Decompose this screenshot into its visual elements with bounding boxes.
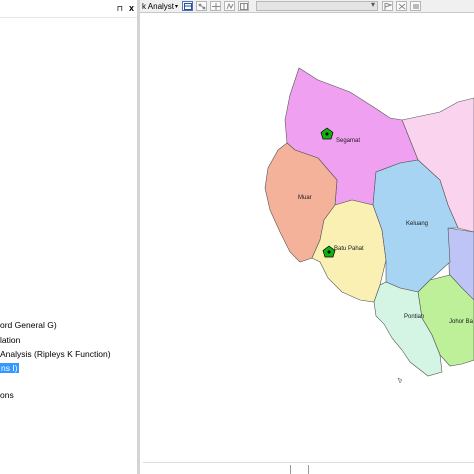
close-icon[interactable]: x [129, 3, 134, 13]
tool-item-label: ns I) [0, 363, 19, 373]
solve-icon [412, 3, 419, 9]
tool-item-tools[interactable]: ons [0, 390, 14, 400]
tool-item-multi-distance-analysis[interactable]: Analysis (Ripleys K Function) [0, 349, 111, 359]
status-divider [290, 465, 291, 474]
label-segamat: Segamat [336, 138, 360, 144]
top-toolbar: k Analyst ▾ [140, 0, 474, 13]
flag-icon [384, 2, 392, 10]
status-divider [308, 465, 309, 474]
move-arrows-icon [211, 2, 220, 10]
label-muar: Muar [298, 195, 312, 201]
label-keluang: Keluang [406, 221, 428, 227]
johor-district-map[interactable]: Segamat Muar Batu Pahat Keluang Pontian … [143, 14, 474, 474]
network-tool-button-4[interactable] [238, 1, 250, 11]
map-status-strip [143, 462, 474, 474]
gis-application-window: k Analyst ▾ ⊓ x [0, 0, 474, 474]
marker-center-icon [325, 132, 329, 136]
marker-center-icon [327, 250, 331, 254]
label-pontian: Pontian [404, 314, 424, 320]
network-analyst-dropdown-icon[interactable]: ▾ [175, 3, 178, 10]
network-dataset-select[interactable] [256, 0, 379, 11]
network-tool-button-5[interactable] [382, 1, 394, 11]
network-analyst-menu[interactable]: k Analyst [140, 2, 174, 11]
tool-item-morans-i[interactable]: ns I) [0, 363, 19, 373]
network-tool-button-7[interactable] [410, 1, 422, 11]
network-tool-button-3[interactable] [224, 1, 236, 11]
network-node-icon [198, 3, 205, 9]
route-icon [226, 2, 233, 9]
tool-item-label: Analysis (Ripleys K Function) [0, 349, 111, 359]
grid-window-icon [183, 2, 192, 10]
island-shape [397, 377, 403, 384]
network-tool-button-2[interactable] [210, 1, 222, 11]
network-tool-button-6[interactable] [396, 1, 408, 11]
barrier-icon [398, 3, 405, 9]
label-batu-pahat: Batu Pahat [334, 246, 364, 252]
toolbox-panel: ⊓ x ord General G) lation Analysis (Ripl… [0, 0, 140, 474]
network-tool-button-1[interactable] [196, 1, 208, 11]
table-icon [239, 2, 248, 10]
map-view[interactable]: Segamat Muar Batu Pahat Keluang Pontian … [143, 14, 474, 474]
network-analyst-window-button[interactable] [182, 1, 194, 11]
tool-item-spatial-autocorrelation[interactable]: lation [0, 335, 20, 345]
tool-item-label: lation [0, 335, 21, 345]
toolbox-panel-header: ⊓ x [0, 0, 137, 18]
tool-item-label: ord General G) [0, 320, 57, 330]
tool-item-label: ons [0, 390, 14, 400]
label-johor-bahru: Johor Ba [449, 319, 474, 325]
tool-item-getis-ord-general-g[interactable]: ord General G) [0, 320, 57, 330]
pin-icon[interactable]: ⊓ [117, 4, 123, 13]
